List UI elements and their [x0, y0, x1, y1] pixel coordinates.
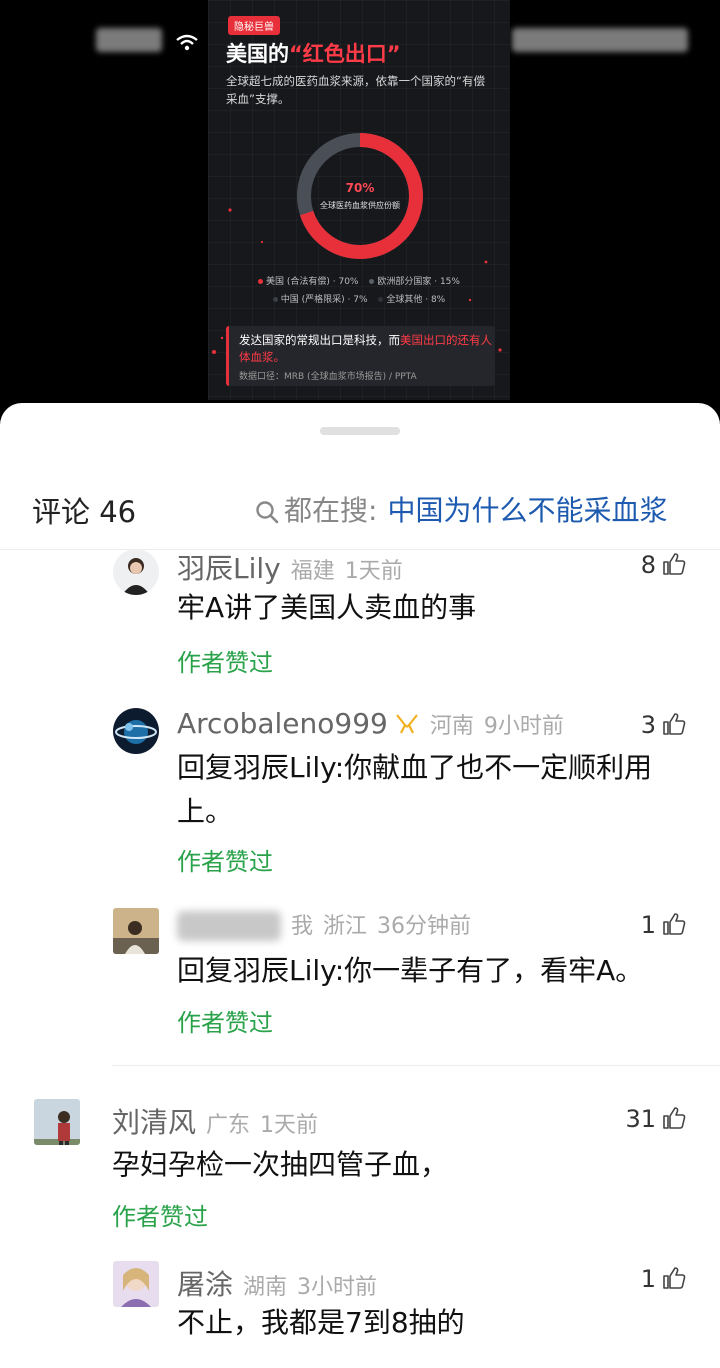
thumb-up-icon	[663, 553, 686, 575]
thread-divider	[112, 1065, 720, 1066]
legend-row-1: 美国 (合法有偿) · 70% 欧洲部分国家 · 15%	[208, 274, 510, 287]
comment-location: 福建	[290, 559, 335, 584]
legend-dot-icon	[378, 297, 384, 302]
legend-dot-icon	[258, 279, 264, 284]
drag-handle[interactable]	[320, 427, 400, 435]
donut-label: 全球医药血浆供应份额	[320, 200, 400, 210]
poster-tag: 隐秘巨兽	[228, 16, 280, 35]
search-icon	[256, 501, 279, 524]
like-count: 3	[640, 711, 656, 739]
hot-search-prefix: 都在搜:	[284, 494, 378, 527]
comment-meta: Arcobaleno999 河南 9小时前	[177, 707, 564, 740]
comment-meta: 屠涂 湖南 3小时前	[177, 1263, 377, 1303]
like-button[interactable]: 3	[641, 711, 686, 739]
legend-item: 全球其他 · 8%	[378, 295, 445, 305]
avatar-image	[113, 908, 159, 954]
avatar-image	[113, 708, 159, 754]
legend-item: 中国 (严格限采) · 7%	[272, 295, 368, 305]
avatar[interactable]	[113, 908, 159, 954]
comment-text: 孕妇孕检一次抽四管子血，	[112, 1148, 449, 1181]
poster-note: 发达国家的常规出口是科技，而美国出口的还有人体血浆。 数据口径：MRB (全球血…	[226, 326, 495, 386]
like-count: 1	[640, 911, 656, 939]
me-label: 我	[291, 914, 314, 939]
legend-item: 欧洲部分国家 · 15%	[369, 277, 460, 287]
author-liked-badge: 作者赞过	[177, 649, 273, 677]
thumb-up-icon	[663, 1267, 686, 1289]
avatar-image	[34, 1099, 80, 1145]
comment-time: 1天前	[260, 1113, 319, 1138]
thumb-up-icon	[663, 713, 686, 735]
poster-title: 美国的“红色出口”	[226, 38, 401, 68]
thumb-up-icon	[663, 1107, 686, 1129]
donut-chart: 70% 全球医药血浆供应份额	[297, 133, 423, 259]
avatar[interactable]	[34, 1099, 80, 1145]
poster-title-red: “红色出口”	[289, 42, 401, 66]
thumb-up-icon	[663, 913, 686, 935]
comment-location: 广东	[206, 1113, 251, 1138]
avatar[interactable]	[113, 1261, 159, 1307]
poster-subtitle: 全球超七成的医药血浆来源，依靠一个国家的“有偿采血”支撑。	[226, 74, 485, 106]
like-button[interactable]: 1	[641, 1265, 686, 1293]
comment-location: 河南	[429, 714, 474, 739]
legend-dot-icon	[369, 279, 375, 284]
comment-text: 回复羽辰Lily:你献血了也不一定顺利用上。	[177, 751, 653, 828]
comment-username-blurred[interactable]	[177, 911, 281, 941]
comment-meta: 我浙江 36分钟前	[177, 908, 471, 941]
hot-search-link[interactable]: 都在搜: 中国为什么不能采血浆	[254, 489, 667, 529]
comments-count-title: 评论 46	[32, 495, 137, 529]
poster-title-plain: 美国的	[226, 42, 289, 66]
status-bar-blurred-left	[96, 28, 162, 52]
infographic-poster: 隐秘巨兽 美国的“红色出口” 全球超七成的医药血浆来源，依靠一个国家的“有偿采血…	[208, 0, 510, 400]
comment-time: 1天前	[344, 559, 403, 584]
comment-username[interactable]: 羽辰Lily	[177, 552, 281, 585]
legend-dot-icon	[272, 297, 278, 302]
poster-note-text: 发达国家的常规出口是科技，而美国出口的还有人体血浆。	[239, 333, 492, 364]
avatar-image	[113, 1261, 159, 1307]
comment-username[interactable]: 屠涂	[177, 1268, 233, 1301]
status-bar-blurred-right	[512, 28, 688, 52]
donut-value: 70%	[346, 181, 375, 195]
like-count: 31	[625, 1105, 656, 1133]
like-button[interactable]: 31	[625, 1105, 686, 1133]
comment-location: 湖南	[243, 1275, 288, 1300]
avatar[interactable]	[113, 708, 159, 754]
author-liked-badge: 作者赞过	[177, 1009, 273, 1037]
article-image-area: 隐秘巨兽 美国的“红色出口” 全球超七成的医药血浆来源，依靠一个国家的“有偿采血…	[0, 0, 720, 420]
poster-data-source: 数据口径：MRB (全球血浆市场报告) / PPTA	[239, 372, 417, 382]
comment-text: 不止，我都是7到8抽的	[177, 1306, 465, 1339]
legend-item: 美国 (合法有偿) · 70%	[258, 277, 359, 287]
like-count: 8	[640, 551, 656, 579]
comment-meta: 刘清风 广东 1天前	[112, 1101, 318, 1141]
author-liked-badge: 作者赞过	[112, 1203, 208, 1231]
medal-icon	[395, 714, 418, 734]
comment-time: 36分钟前	[377, 914, 472, 939]
wifi-icon	[176, 34, 198, 51]
avatar-image	[113, 549, 159, 595]
like-button[interactable]: 8	[641, 551, 686, 579]
like-count: 1	[640, 1265, 656, 1293]
comment-time: 9小时前	[483, 714, 564, 739]
legend-row-2: 中国 (严格限采) · 7% 全球其他 · 8%	[208, 292, 510, 305]
hot-search-term[interactable]: 中国为什么不能采血浆	[387, 494, 667, 527]
like-button[interactable]: 1	[641, 911, 686, 939]
comment-username[interactable]: Arcobaleno999	[177, 707, 388, 740]
comment-time: 3小时前	[297, 1275, 378, 1300]
author-liked-badge: 作者赞过	[177, 848, 273, 876]
comment-username[interactable]: 刘清风	[112, 1106, 196, 1139]
comments-sheet: 评论 46 都在搜: 中国为什么不能采血浆 羽辰Lily 福建 1天前 8 牢A讲了美…	[0, 403, 720, 1368]
comment-text: 牢A讲了美国人卖血的事	[177, 591, 477, 624]
comment-text: 回复羽辰Lily:你一辈子有了，看牢A。	[177, 954, 644, 987]
avatar[interactable]	[113, 549, 159, 595]
comment-location: 浙江	[323, 914, 368, 939]
comment-meta: 羽辰Lily 福建 1天前	[177, 547, 403, 587]
